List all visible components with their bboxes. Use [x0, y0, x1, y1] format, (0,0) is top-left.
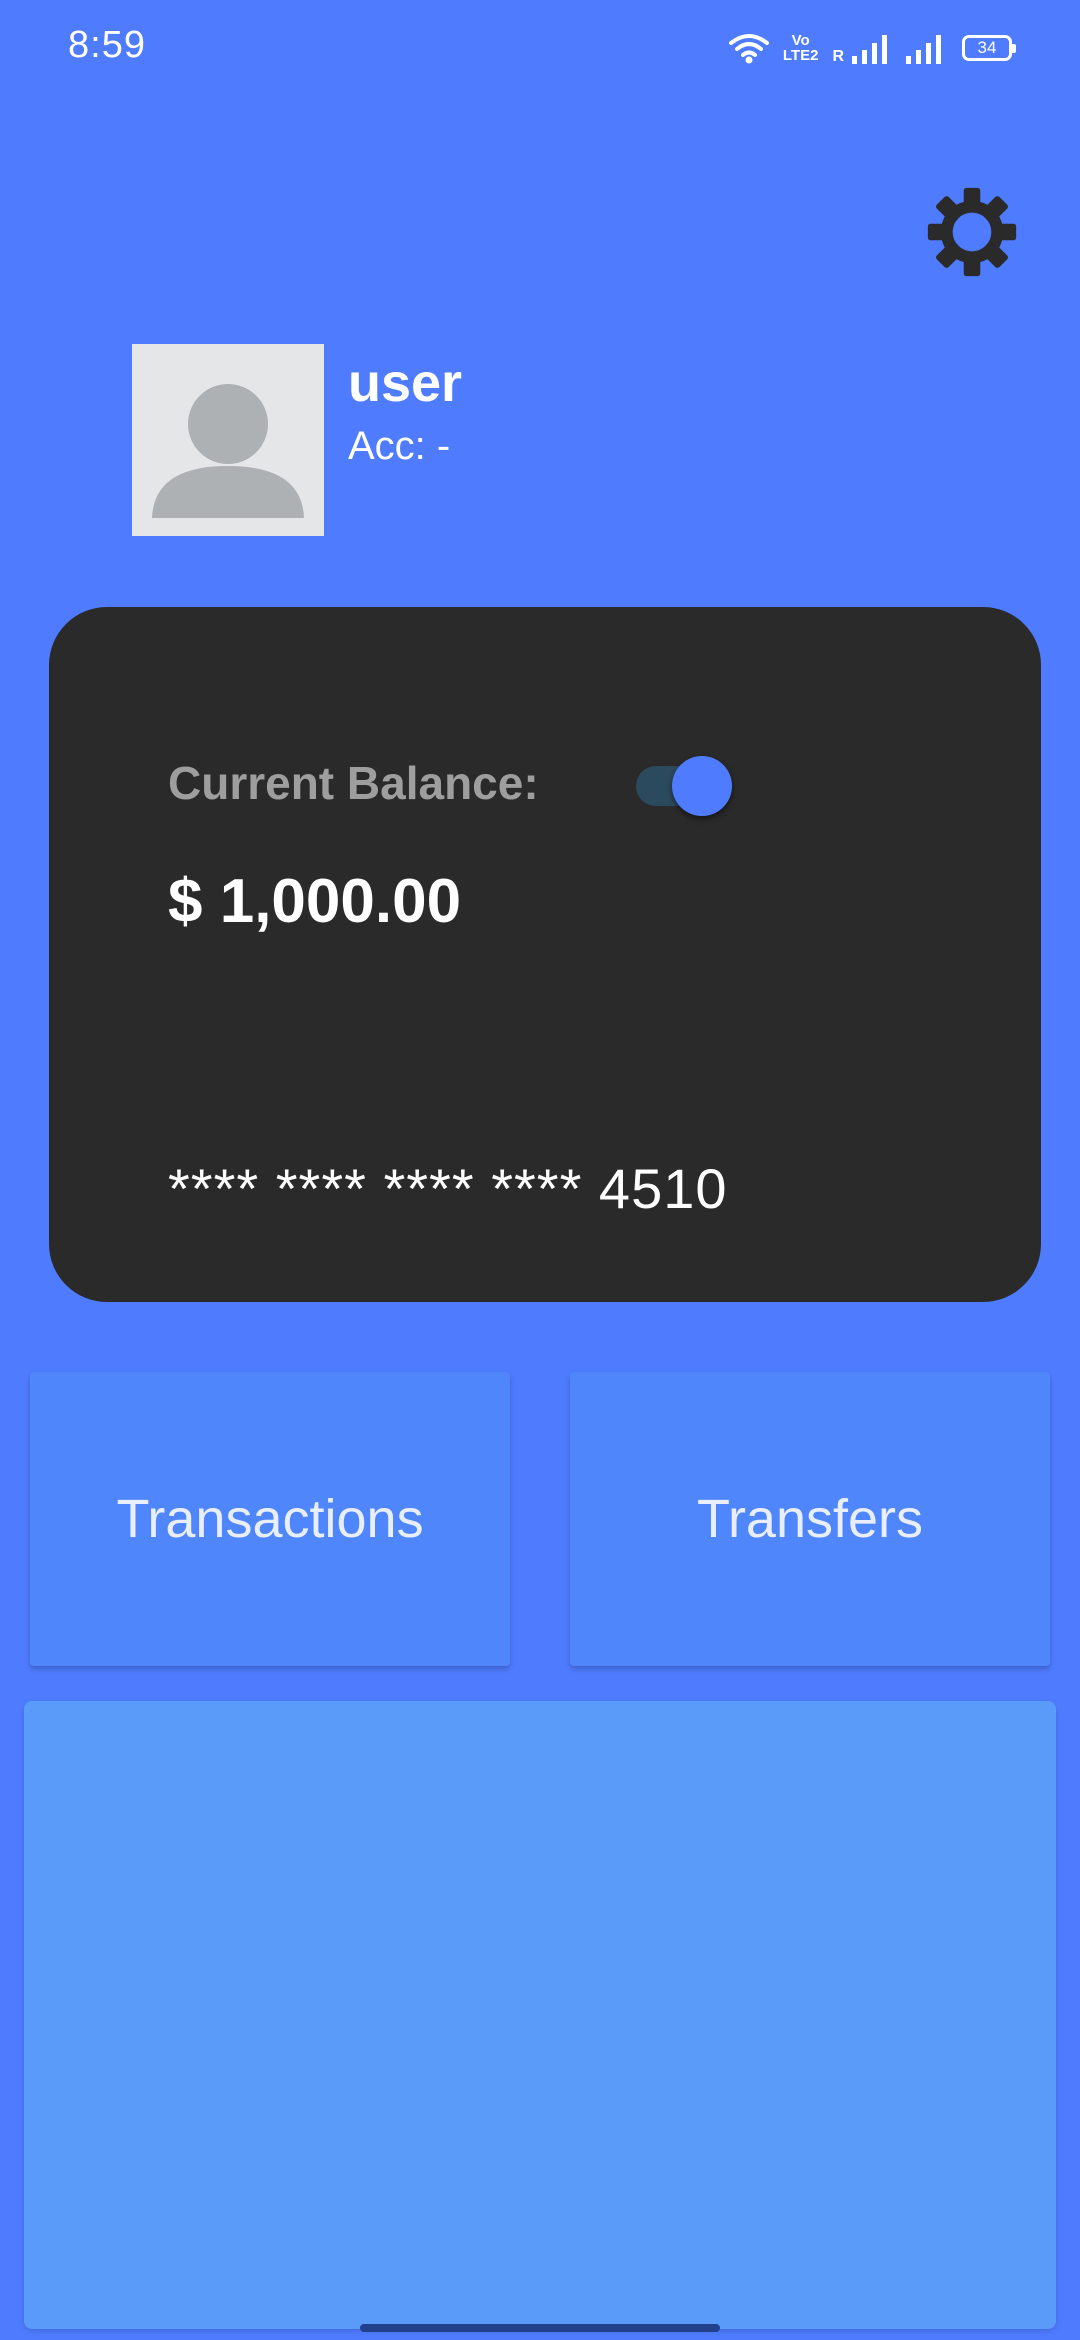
roaming-indicator: R — [832, 48, 844, 65]
wifi-icon — [728, 34, 769, 64]
transfers-button[interactable]: Transfers — [570, 1372, 1050, 1666]
battery-level: 34 — [977, 38, 997, 57]
toggle-thumb[interactable] — [672, 756, 732, 816]
battery-icon: 34 — [962, 35, 1016, 61]
signal-icon-sim1 — [852, 35, 887, 64]
balance-amount: $ 1,000.00 — [168, 867, 462, 936]
balance-label: Current Balance: — [168, 757, 539, 809]
user-name: user — [348, 353, 463, 413]
gesture-navigation-bar[interactable] — [360, 2324, 720, 2332]
transactions-label: Transactions — [116, 1489, 424, 1549]
avatar — [132, 344, 324, 536]
content-panel — [24, 1701, 1056, 2329]
volte-bottom-text: LTE2 — [782, 47, 819, 64]
gear-icon[interactable] — [926, 186, 1018, 278]
transactions-button[interactable]: Transactions — [30, 1372, 510, 1666]
signal-icon-sim2 — [906, 35, 941, 64]
volte-icon: Vo LTE2 — [783, 33, 819, 63]
account-number: Acc: - — [348, 424, 451, 468]
transfers-label: Transfers — [696, 1489, 924, 1549]
volte-top-text: Vo — [791, 32, 810, 49]
default-avatar-icon — [152, 384, 304, 518]
card-number: **** **** **** **** 4510 — [168, 1157, 728, 1220]
status-icons: Vo LTE2 R 34 — [728, 30, 1016, 66]
status-time: 8:59 — [68, 24, 146, 66]
